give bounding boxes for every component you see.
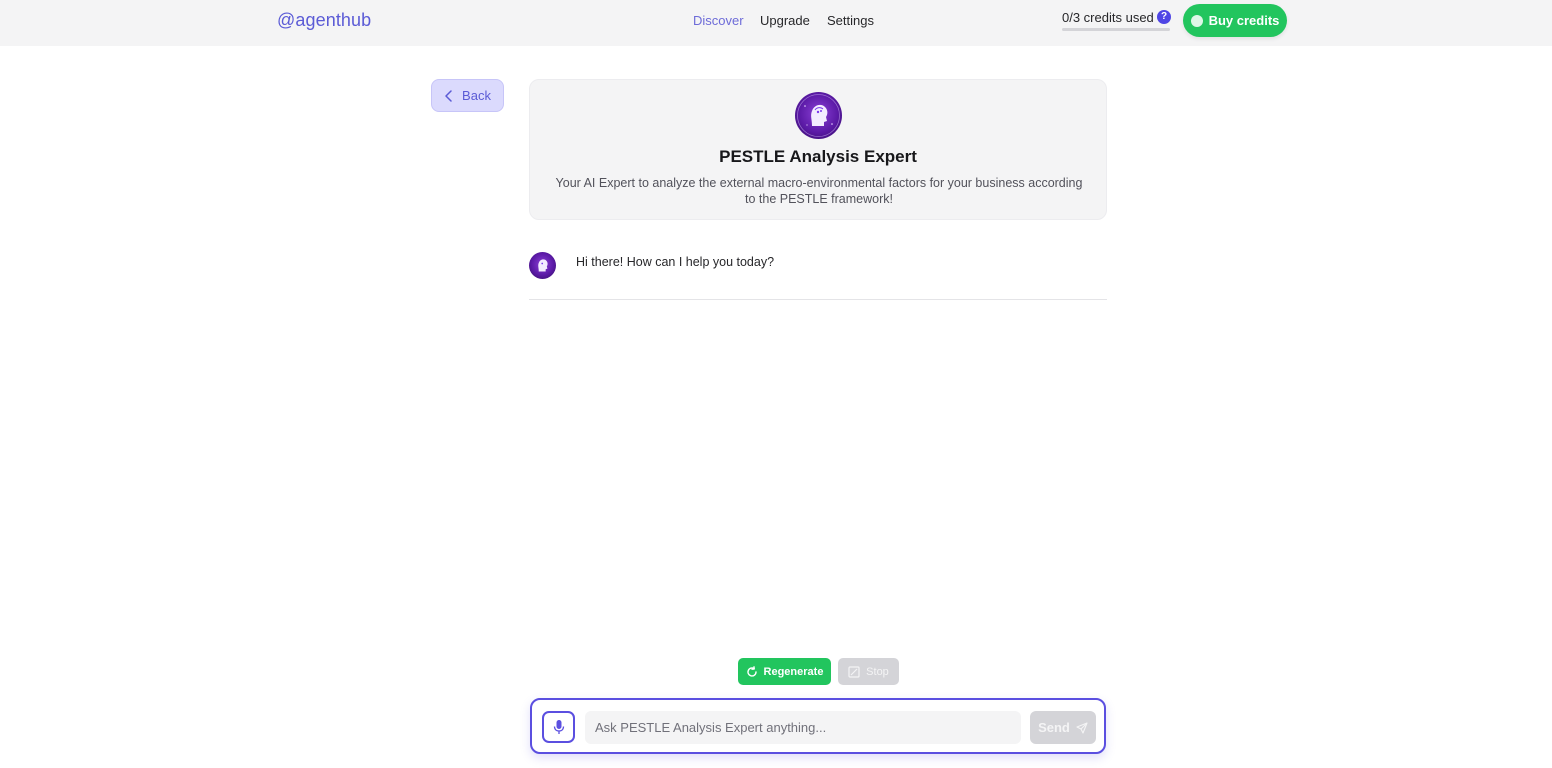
buy-credits-button[interactable]: Buy credits: [1183, 4, 1287, 37]
message-composer: Send: [530, 698, 1106, 754]
regenerate-label: Regenerate: [763, 665, 824, 678]
stop-icon: [848, 665, 860, 678]
back-button[interactable]: Back: [431, 79, 504, 112]
agent-info-card: PESTLE Analysis Expert Your AI Expert to…: [529, 79, 1107, 220]
stop-button[interactable]: Stop: [838, 658, 899, 685]
send-button[interactable]: Send: [1030, 711, 1096, 744]
top-navigation-bar: @agenthub Discover Upgrade Settings 0/3 …: [0, 0, 1552, 46]
agent-head-icon: [538, 259, 548, 272]
refresh-icon: [746, 665, 757, 677]
agent-name: PESTLE Analysis Expert: [719, 147, 917, 166]
buy-credits-label: Buy credits: [1208, 13, 1280, 28]
nav-settings[interactable]: Settings: [827, 13, 874, 28]
agent-head-icon: [797, 94, 840, 137]
assistant-avatar: [529, 252, 556, 279]
microphone-icon: [553, 720, 564, 734]
send-label: Send: [1038, 720, 1070, 735]
chat-input[interactable]: [585, 711, 1021, 744]
send-icon: [1076, 721, 1088, 734]
back-label: Back: [462, 88, 491, 103]
regenerate-button[interactable]: Regenerate: [738, 658, 831, 685]
agent-avatar: [795, 92, 842, 139]
help-icon[interactable]: ?: [1157, 10, 1171, 24]
credits-progress-bar: [1062, 28, 1170, 31]
agent-description: Your AI Expert to analyze the external m…: [555, 176, 1083, 206]
logo[interactable]: @agenthub: [277, 10, 371, 31]
credits-used-text: 0/3 credits used: [1062, 10, 1154, 25]
message-divider: [529, 299, 1107, 300]
stop-label: Stop: [866, 665, 889, 678]
nav-discover[interactable]: Discover: [693, 13, 744, 28]
chevron-left-icon: [445, 89, 452, 102]
assistant-message: Hi there! How can I help you today?: [576, 255, 775, 269]
nav-upgrade[interactable]: Upgrade: [760, 13, 810, 28]
coin-icon: [1190, 14, 1203, 27]
microphone-button[interactable]: [542, 711, 575, 743]
